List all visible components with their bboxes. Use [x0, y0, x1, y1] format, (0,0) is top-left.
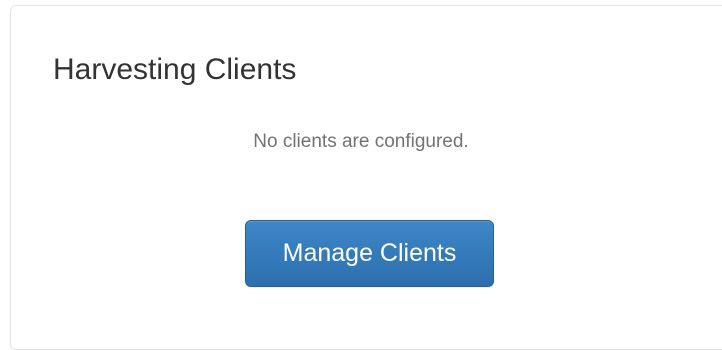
no-clients-message: No clients are configured. — [253, 131, 469, 152]
manage-clients-button[interactable]: Manage Clients — [245, 220, 494, 287]
manage-clients-button-wrapper: Manage Clients — [245, 220, 494, 287]
harvesting-clients-panel: Harvesting Clients — [10, 5, 722, 350]
panel-title: Harvesting Clients — [53, 53, 297, 86]
